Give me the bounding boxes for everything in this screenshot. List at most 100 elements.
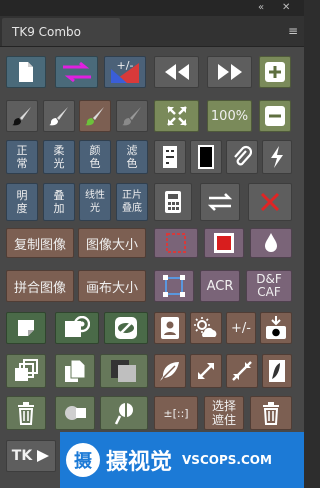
solid-red-square-button[interactable] bbox=[204, 228, 244, 258]
blend-normal-button[interactable]: 正常 bbox=[6, 140, 38, 174]
transform-selection-button[interactable] bbox=[154, 270, 194, 302]
camera-download-icon bbox=[266, 316, 286, 339]
copy-image-button[interactable]: 复制图像 bbox=[6, 228, 74, 258]
blend-screen-line1: 滤 bbox=[126, 144, 138, 157]
exposure-button[interactable]: +/- bbox=[104, 56, 146, 88]
tab-tk9-combo[interactable]: TK9 Combo bbox=[2, 18, 120, 46]
hide-mask-button[interactable] bbox=[104, 312, 148, 344]
remove-button[interactable] bbox=[259, 100, 291, 132]
blend-soft-light-button[interactable]: 柔光 bbox=[43, 140, 75, 174]
blend-color-button[interactable]: 颜色 bbox=[79, 140, 111, 174]
layer-adjust-icon bbox=[163, 146, 177, 168]
blend-linear-light-line1: 线性 bbox=[85, 190, 105, 201]
healing-button[interactable] bbox=[100, 396, 148, 430]
hidden-eye-icon bbox=[115, 317, 137, 339]
panel-tab-row: TK9 Combo ≡ bbox=[0, 16, 304, 47]
layer-mask-icon bbox=[269, 360, 285, 382]
expand-selection-button[interactable] bbox=[190, 354, 222, 388]
blend-multiply-line2: 叠底 bbox=[122, 203, 142, 214]
flatten-image-button[interactable]: 拼合图像 bbox=[6, 270, 74, 302]
camera-download-button[interactable] bbox=[260, 312, 292, 344]
brush-white-button[interactable] bbox=[43, 100, 75, 132]
swap-arrows-icon bbox=[62, 61, 91, 83]
brush-green-button[interactable] bbox=[79, 100, 111, 132]
exposure-toggle-button[interactable]: +/- bbox=[226, 312, 256, 344]
stack-layers-button[interactable] bbox=[6, 354, 46, 388]
dodge-burn-line2: CAF bbox=[257, 285, 281, 299]
zoom-100-button[interactable]: 100% bbox=[207, 100, 252, 132]
layer-sheet-button[interactable] bbox=[6, 312, 46, 344]
delete-x-button[interactable] bbox=[248, 183, 292, 221]
collapse-icon[interactable]: « bbox=[258, 2, 264, 14]
tk-label: TK bbox=[11, 448, 33, 464]
blend-soft-light-line2: 光 bbox=[53, 157, 65, 170]
calculator-button[interactable] bbox=[154, 183, 192, 221]
layer-mask-button[interactable] bbox=[262, 354, 292, 388]
watermark-banner: 摄 摄视觉 VSCOPS.COM bbox=[60, 432, 304, 488]
duplicate-layer-button[interactable] bbox=[55, 354, 95, 388]
acr-button[interactable]: ACR bbox=[200, 270, 240, 302]
weather-button[interactable] bbox=[190, 312, 222, 344]
brush-black-button[interactable] bbox=[6, 100, 38, 132]
expand-arrows-icon bbox=[166, 106, 187, 126]
panel-menu-icon[interactable]: ≡ bbox=[288, 24, 298, 38]
zoom-100-label: 100% bbox=[210, 108, 249, 124]
stacked-pages-icon bbox=[15, 359, 38, 381]
image-size-button[interactable]: 图像大小 bbox=[78, 228, 146, 258]
smart-object-button[interactable] bbox=[55, 312, 99, 344]
trash-right-button[interactable] bbox=[250, 396, 292, 430]
swap-direction-button[interactable] bbox=[200, 183, 240, 221]
trash-left-button[interactable] bbox=[6, 396, 46, 430]
fill-black-button[interactable] bbox=[190, 140, 222, 174]
swap-layers-button[interactable] bbox=[55, 56, 98, 88]
tk-launch-button[interactable]: TK bbox=[6, 440, 56, 472]
clone-stamp-button[interactable] bbox=[55, 396, 95, 430]
rewind-icon bbox=[164, 64, 189, 80]
flash-button[interactable] bbox=[262, 140, 292, 174]
canvas-size-button[interactable]: 画布大小 bbox=[78, 270, 146, 302]
window-titlebar: « ✕ bbox=[0, 0, 304, 16]
layer-adjust-button[interactable] bbox=[154, 140, 186, 174]
blend-normal-line1: 正 bbox=[16, 144, 28, 157]
healing-brush-icon bbox=[114, 403, 133, 425]
red-x-icon bbox=[260, 192, 280, 212]
brush-gray-button[interactable] bbox=[116, 100, 148, 132]
blend-overlay-button[interactable]: 叠加 bbox=[43, 183, 75, 221]
blend-luminosity-button[interactable]: 明度 bbox=[6, 183, 38, 221]
group-layers-button[interactable] bbox=[100, 354, 148, 388]
acr-label: ACR bbox=[206, 278, 234, 294]
blend-soft-light-label: 柔光 bbox=[54, 144, 65, 170]
transform-box-icon bbox=[163, 275, 185, 297]
blend-linear-light-button[interactable]: 线性光 bbox=[79, 183, 111, 221]
blend-screen-button[interactable]: 滤色 bbox=[116, 140, 148, 174]
blend-color-label: 颜色 bbox=[90, 144, 101, 170]
sun-cloud-icon bbox=[194, 317, 217, 337]
feather-button[interactable] bbox=[154, 354, 186, 388]
watermark-name: 摄视觉 bbox=[106, 450, 173, 475]
rewind-button[interactable] bbox=[154, 56, 199, 88]
blend-screen-label: 滤色 bbox=[127, 144, 138, 170]
brush-green-icon bbox=[85, 107, 104, 126]
watermark-logo: 摄 bbox=[66, 443, 100, 477]
smart-object-icon bbox=[65, 316, 90, 337]
image-size-label: 图像大小 bbox=[85, 237, 138, 253]
add-button[interactable] bbox=[259, 56, 291, 88]
calculator-icon bbox=[165, 191, 181, 213]
blend-overlay-line1: 叠 bbox=[53, 189, 65, 202]
blend-normal-line2: 常 bbox=[16, 157, 28, 170]
new-document-button[interactable] bbox=[6, 56, 46, 88]
portrait-button[interactable] bbox=[154, 312, 186, 344]
marquee-red-dashed-button[interactable] bbox=[154, 228, 198, 258]
contract-selection-button[interactable] bbox=[226, 354, 258, 388]
fast-forward-button[interactable] bbox=[207, 56, 252, 88]
paperclip-icon bbox=[234, 145, 252, 166]
select-and-mask-button[interactable]: 选择 遮住 bbox=[204, 396, 244, 430]
blend-multiply-button[interactable]: 正片 叠底 bbox=[116, 183, 148, 221]
water-drop-button[interactable] bbox=[250, 228, 292, 258]
selection-expand-button[interactable]: ±[::] bbox=[154, 396, 198, 430]
dodge-burn-button[interactable]: D&F CAF bbox=[246, 270, 292, 302]
attach-button[interactable] bbox=[226, 140, 258, 174]
fit-screen-button[interactable] bbox=[154, 100, 199, 132]
close-icon[interactable]: ✕ bbox=[282, 2, 290, 14]
layer-sheet-icon bbox=[18, 320, 34, 336]
